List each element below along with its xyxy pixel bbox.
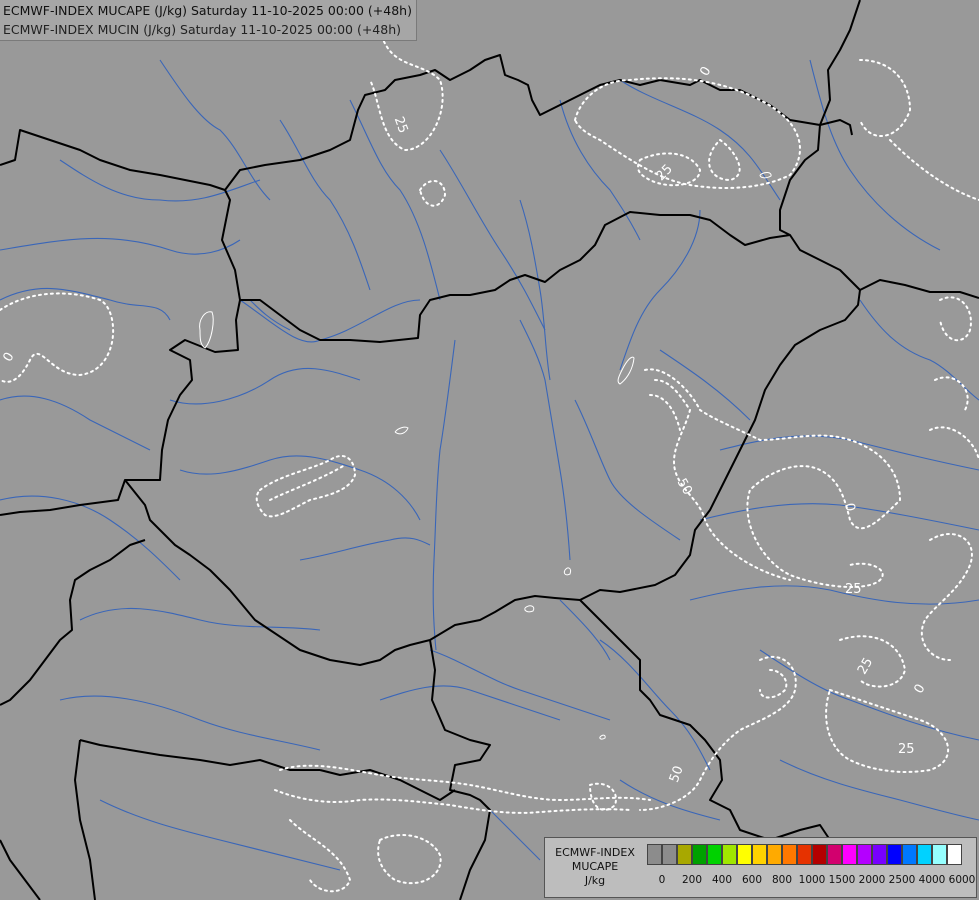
legend-swatch [827,844,842,865]
legend-tick-label: 400 [711,874,733,886]
legend-tick-label: 200 [681,874,703,886]
legend-unit: J/kg [584,874,606,887]
legend-swatch [947,844,962,865]
legend-swatch [782,844,797,865]
legend-name-line2: MUCAPE [571,860,619,873]
legend-tick-label: 2000 [858,874,886,886]
legend-swatch [692,844,707,865]
weather-map: 25 0 25 0 50 25 0 25 0 25 50 [0,0,979,900]
title-mucin: ECMWF-INDEX MUCIN (J/kg) Saturday 11-10-… [3,22,402,37]
legend-swatch [737,844,752,865]
legend-swatch [887,844,902,865]
legend-tick-label: 600 [741,874,763,886]
legend-swatch [707,844,722,865]
legend-swatch [857,844,872,865]
legend-title: ECMWF-INDEX MUCAPE J/kg [549,846,641,888]
legend-swatch [812,844,827,865]
legend-tick-label: 0 [658,874,666,886]
legend-swatch [662,844,677,865]
legend-tick-label: 800 [771,874,793,886]
legend-swatch [902,844,917,865]
legend-tick-label: 1500 [828,874,856,886]
legend-swatch [767,844,782,865]
contour-label: 25 [898,742,915,757]
legend-tick-label: 2500 [888,874,916,886]
legend-swatch [872,844,887,865]
legend-swatch [842,844,857,865]
legend-swatch [932,844,947,865]
legend-tick-label: 6000 [948,874,976,886]
legend-swatch [677,844,692,865]
map-title-box: ECMWF-INDEX MUCAPE (J/kg) Saturday 11-10… [0,0,417,41]
legend-swatches [647,844,962,865]
legend-swatch [917,844,932,865]
legend-tick-label: 1000 [798,874,826,886]
legend-swatch [752,844,767,865]
legend-swatch [647,844,662,865]
legend-tick-label: 4000 [918,874,946,886]
legend-name-line1: ECMWF-INDEX [555,846,635,859]
legend-swatch [797,844,812,865]
legend-swatch [722,844,737,865]
title-mucape: ECMWF-INDEX MUCAPE (J/kg) Saturday 11-10… [3,3,412,18]
color-legend: ECMWF-INDEX MUCAPE J/kg 0 200 400 600 800 100… [544,837,977,898]
legend-ticks: 0 200 400 600 800 1000 1500 2000 2500 4000 6000 [647,874,977,890]
contour-label: 25 [845,582,862,597]
